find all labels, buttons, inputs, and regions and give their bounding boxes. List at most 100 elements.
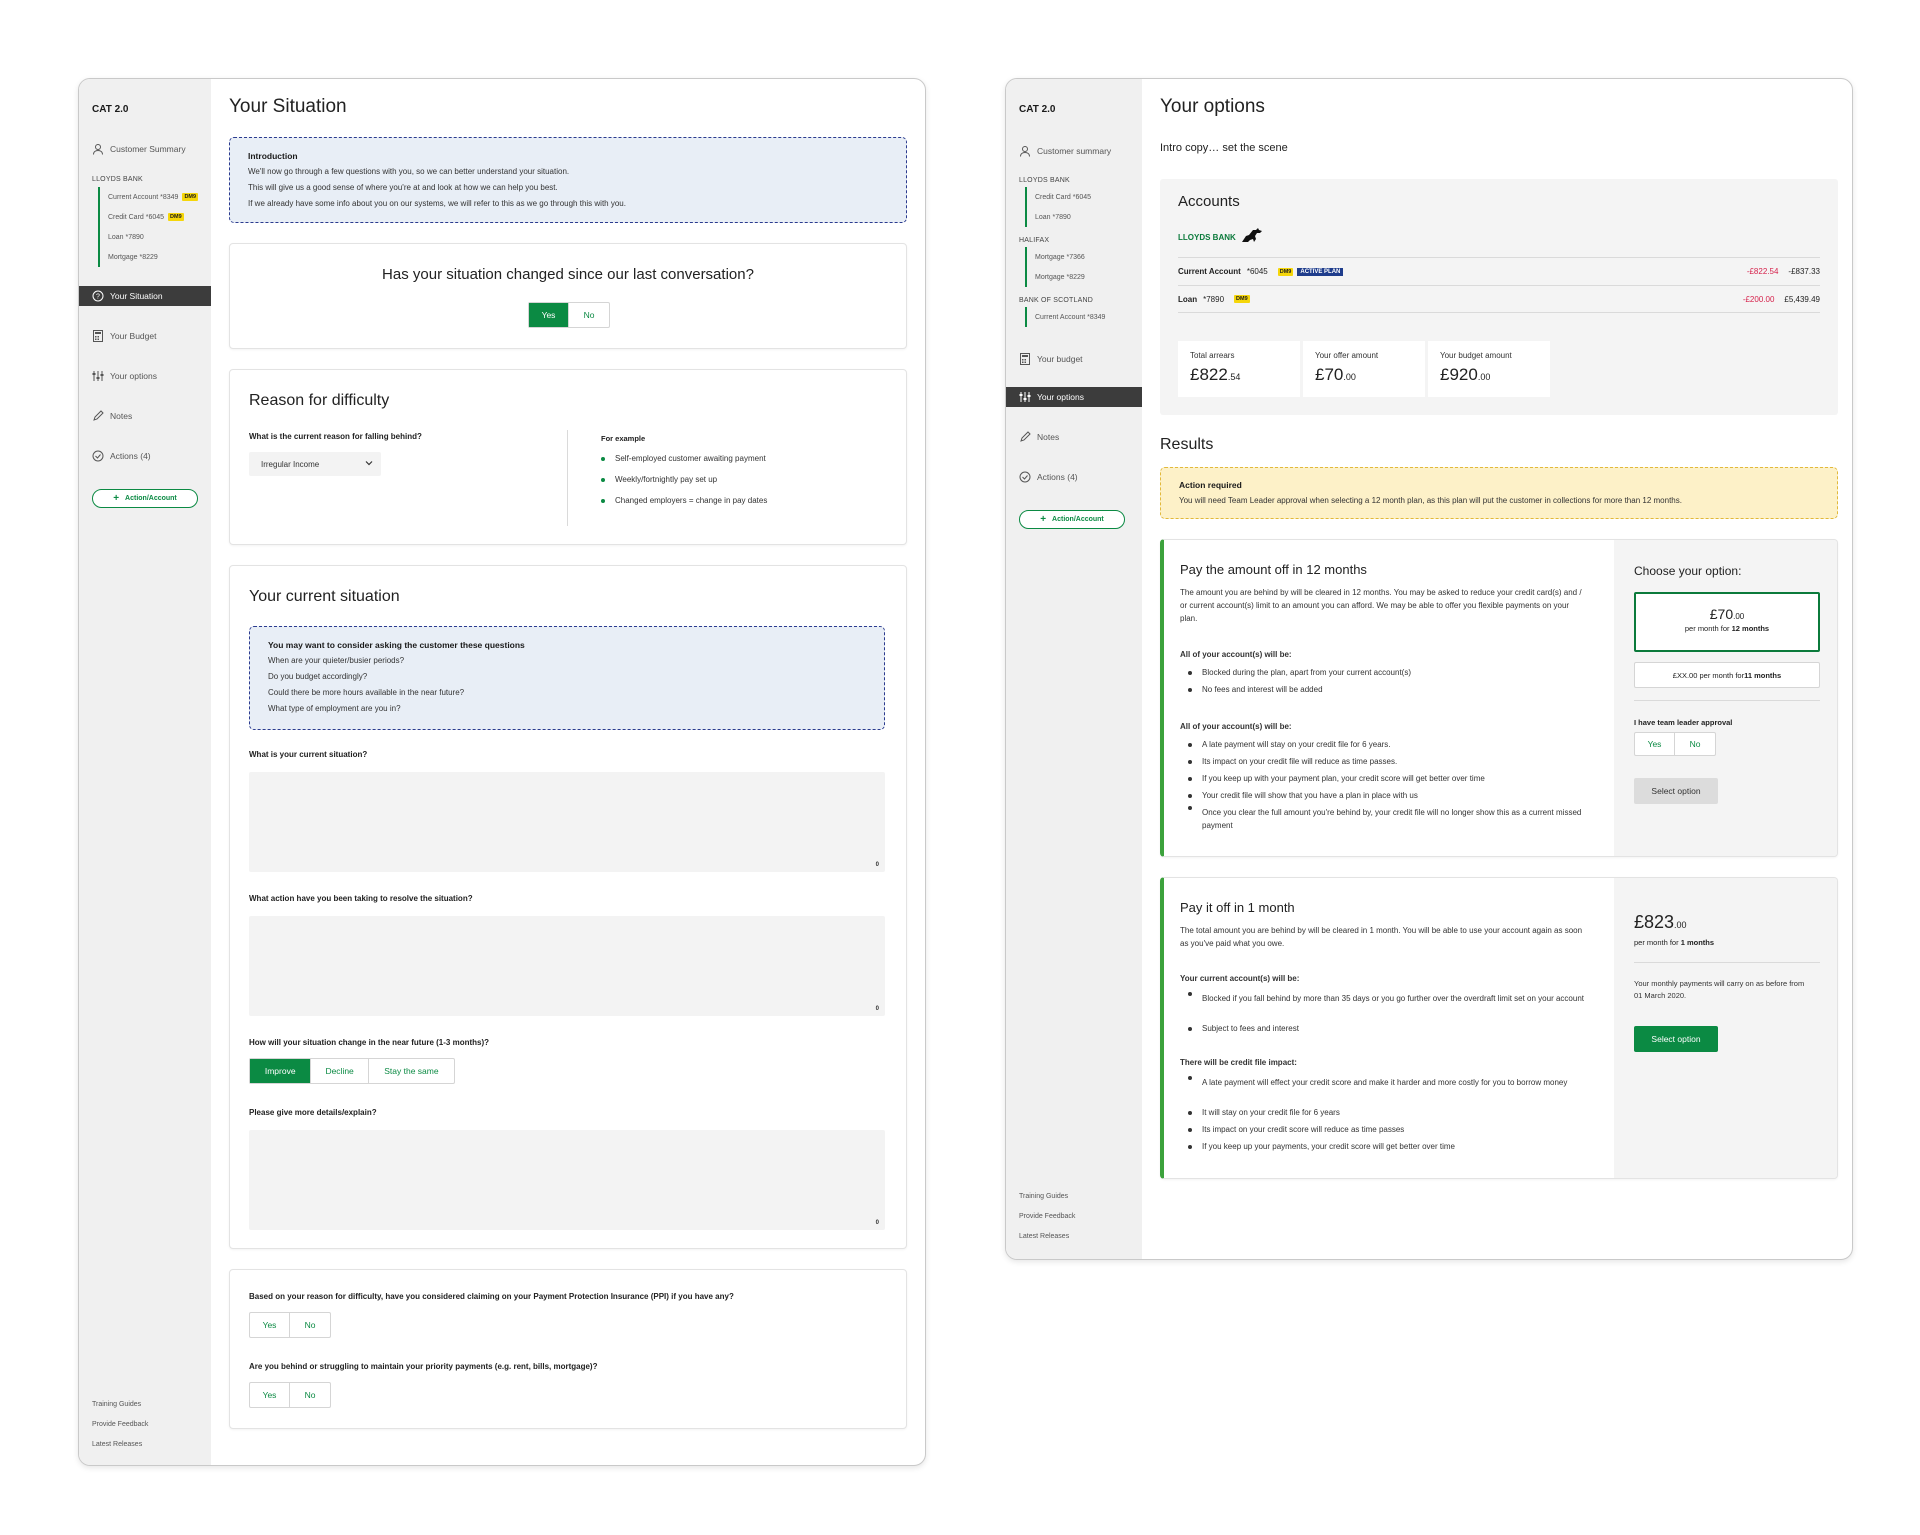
option-12-months-tile[interactable]: £70.00 per month for 12 months [1634, 592, 1820, 652]
no-button[interactable]: No [569, 303, 609, 327]
account-list: Mortgage *7366 Mortgage *8229 [1025, 247, 1085, 287]
no-button[interactable]: No [290, 1383, 330, 1407]
sidebar-item-label: Notes [110, 411, 133, 421]
yes-button[interactable]: Yes [1635, 733, 1676, 755]
decline-button[interactable]: Decline [311, 1059, 369, 1083]
char-count: 0 [875, 862, 879, 868]
sidebar-account[interactable]: Loan *7890 [1035, 207, 1091, 227]
pencil-icon [1018, 431, 1031, 444]
option-12-months-card: Pay the amount off in 12 months The amou… [1160, 539, 1838, 857]
lloyds-logo: LLOYDS BANK [1178, 227, 1264, 248]
arrears-value: -£822.54 [1746, 267, 1779, 276]
sidebar-item-label: Your options [110, 371, 157, 381]
sidebar-account[interactable]: Credit Card *6045 DM9 [108, 207, 198, 227]
account-list: Current Account *8349 [1025, 307, 1105, 327]
app-brand: CAT 2.0 [92, 104, 129, 115]
option-subheading: All of your account(s) will be: [1180, 650, 1292, 659]
pencil-icon [91, 410, 104, 423]
stay-same-button[interactable]: Stay the same [369, 1059, 454, 1083]
sidebar-account[interactable]: Current Account *8349 DM9 [108, 187, 199, 207]
sidebar-item-your-options[interactable]: Your options [1006, 387, 1142, 407]
payment-summary-panel: £823.00 per month for 1 months Your mont… [1614, 878, 1837, 1178]
plus-icon: + [113, 493, 120, 504]
sidebar-item-label: Your options [1037, 392, 1084, 402]
current-situation-textarea[interactable]: 0 [249, 772, 885, 872]
provide-feedback-link[interactable]: Provide Feedback [1019, 1213, 1075, 1220]
add-action-account-button[interactable]: + Action/Account [1019, 510, 1125, 529]
sidebar-account[interactable]: Current Account *8349 [1035, 307, 1105, 327]
yes-button[interactable]: Yes [529, 303, 570, 327]
sidebar-item-notes[interactable]: Notes [79, 406, 211, 426]
sidebar-account[interactable]: Mortgage *7366 [1035, 247, 1085, 267]
sidebar-account[interactable]: Credit Card *6045 [1035, 187, 1091, 207]
option-title: Pay the amount off in 12 months [1180, 562, 1367, 577]
divider [567, 430, 568, 526]
latest-releases-link[interactable]: Latest Releases [92, 1441, 142, 1448]
sidebar-item-label: Customer Summary [110, 144, 186, 154]
sidebar-item-notes[interactable]: Notes [1006, 427, 1138, 447]
q-future-change: How will your situation change in the ne… [249, 1038, 490, 1047]
char-count: 0 [875, 1220, 879, 1226]
sidebar-account[interactable]: Mortgage *8229 [1035, 267, 1085, 287]
sidebar-item-label: Actions (4) [1037, 472, 1078, 482]
choose-option-panel: Choose your option: £70.00 per month for… [1614, 540, 1837, 856]
sliders-icon [91, 370, 104, 383]
option-11-months-tile[interactable]: £XX.00 per month for 11 months [1634, 662, 1820, 688]
account-row[interactable]: Loan *7890 DM9 -£200.00 £5,439.49 [1178, 285, 1820, 313]
sidebar-item-your-options[interactable]: Your options [79, 366, 211, 386]
action-taken-textarea[interactable]: 0 [249, 916, 885, 1016]
list-item: Its impact on your credit score will red… [1188, 1121, 1588, 1138]
list-item: Blocked during the plan, apart from your… [1188, 664, 1588, 681]
bank-label: BANK OF SCOTLAND [1019, 297, 1093, 304]
option-subheading: All of your account(s) will be: [1180, 722, 1292, 731]
training-guides-link[interactable]: Training Guides [1019, 1193, 1068, 1200]
select-option-button[interactable]: Select option [1634, 778, 1718, 804]
q-priority-payments: Are you behind or struggling to maintain… [249, 1362, 598, 1371]
sidebar-account[interactable]: Loan *7890 [108, 227, 198, 247]
user-icon [1018, 145, 1031, 158]
list-item: A late payment will effect your credit s… [1188, 1074, 1588, 1104]
more-details-textarea[interactable]: 0 [249, 1130, 885, 1230]
page-title: Your Situation [229, 96, 347, 117]
sidebar-account[interactable]: Mortgage *8229 [108, 247, 198, 267]
no-button[interactable]: No [1675, 733, 1715, 755]
yes-button[interactable]: Yes [250, 1313, 291, 1337]
svg-text:?: ? [96, 294, 100, 301]
current-situation-card: Your current situation You may want to c… [229, 565, 907, 1249]
list-item: Subject to fees and interest [1188, 1020, 1588, 1037]
account-row[interactable]: Current Account *6045 DM9 ACTIVE PLAN -£… [1178, 257, 1820, 285]
yes-button[interactable]: Yes [250, 1383, 291, 1407]
approval-label: I have team leader approval [1634, 718, 1733, 727]
sidebar-item-actions[interactable]: Actions (4) [79, 446, 211, 466]
sidebar-item-customer-summary[interactable]: Customer Summary [79, 139, 211, 159]
option-list: Blocked during the plan, apart from your… [1188, 664, 1588, 698]
sidebar-item-actions[interactable]: Actions (4) [1006, 467, 1138, 487]
monthly-amount: £823.00 [1634, 912, 1687, 932]
provide-feedback-link[interactable]: Provide Feedback [92, 1421, 148, 1428]
reason-select[interactable]: Irregular Income [249, 452, 381, 476]
sidebar-item-your-situation[interactable]: ? Your Situation [79, 286, 211, 306]
sidebar-item-your-budget[interactable]: Your Budget [79, 326, 211, 346]
sidebar-item-customer-summary[interactable]: Customer summary [1006, 141, 1138, 161]
training-guides-link[interactable]: Training Guides [92, 1401, 141, 1408]
improve-button[interactable]: Improve [250, 1059, 312, 1083]
app-brand: CAT 2.0 [1019, 104, 1056, 115]
sliders-icon [1018, 391, 1031, 404]
example-title: For example [601, 434, 646, 443]
budget-amount-box: Your budget amount £920.00 [1428, 341, 1550, 397]
check-circle-icon [1018, 471, 1031, 484]
main-content: Your Situation Introduction We'll now go… [211, 79, 925, 1465]
sidebar-item-your-budget[interactable]: Your budget [1006, 349, 1138, 369]
list-item: Its impact on your credit file will redu… [1188, 753, 1588, 770]
account-list: Current Account *8349 DM9 Credit Card *60… [98, 187, 199, 267]
reason-card: Reason for difficulty What is the curren… [229, 369, 907, 545]
reason-question: What is the current reason for falling b… [249, 432, 422, 441]
latest-releases-link[interactable]: Latest Releases [1019, 1233, 1069, 1240]
list-item: Changed employers = change in pay dates [601, 490, 767, 511]
select-option-button[interactable]: Select option [1634, 1026, 1718, 1052]
sidebar-item-label: Your Situation [110, 291, 163, 301]
add-action-account-button[interactable]: + Action/Account [92, 489, 198, 508]
no-button[interactable]: No [290, 1313, 330, 1337]
sidebar-item-label: Your budget [1037, 354, 1083, 364]
list-item: It will stay on your credit file for 6 y… [1188, 1104, 1588, 1121]
